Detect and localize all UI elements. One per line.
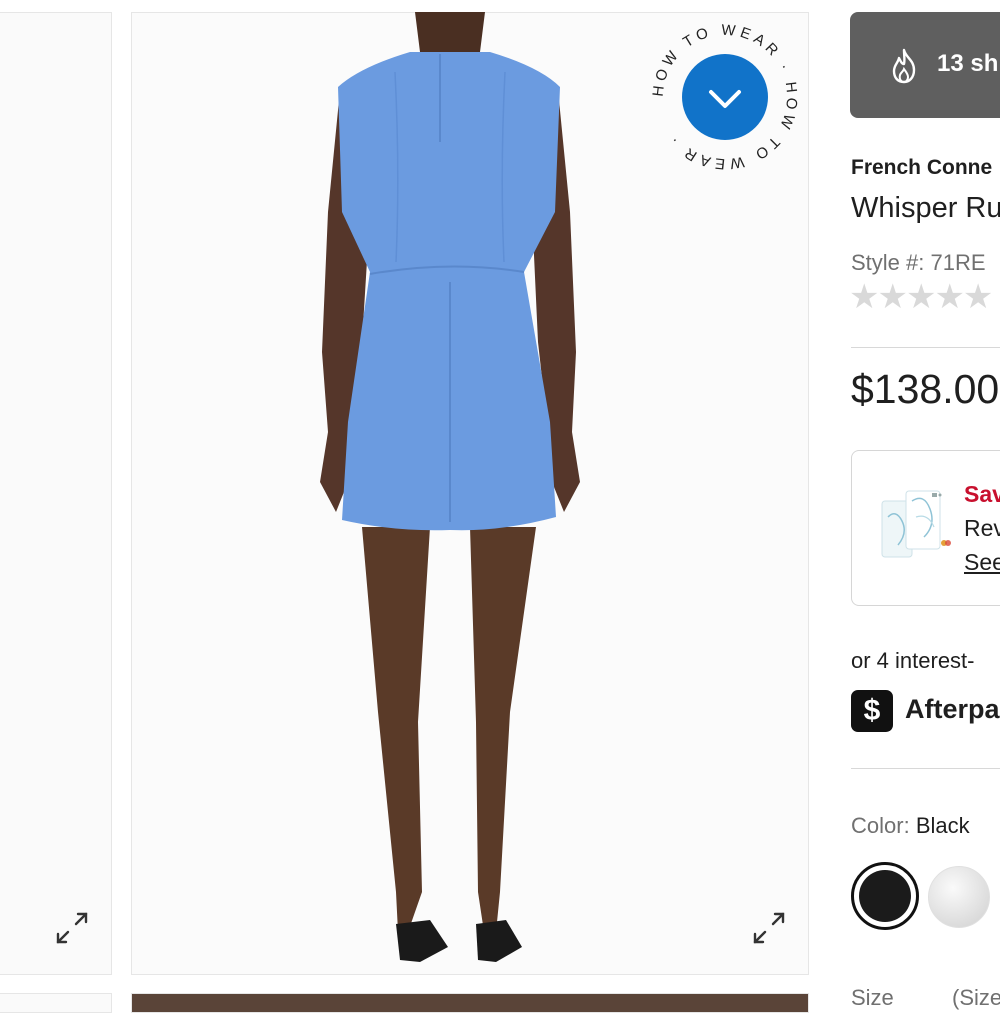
divider	[851, 347, 1000, 348]
color-value: Black	[915, 813, 970, 838]
product-price: $138.00	[851, 366, 1000, 412]
swatch-fill	[859, 870, 911, 922]
product-image-model	[300, 12, 600, 975]
flame-icon	[892, 48, 916, 84]
product-title: Whisper Ru	[851, 192, 1000, 224]
credit-card-illustration	[881, 490, 951, 558]
expand-arrows-icon[interactable]	[54, 910, 90, 946]
gallery-thumbnail-next-main[interactable]	[131, 993, 809, 1013]
promo-details-link[interactable]: See	[964, 549, 1000, 576]
size-guide-link[interactable]: (Size	[952, 985, 1000, 1011]
style-number: Style #: 71RE	[851, 250, 986, 275]
gallery-thumbnail-next-left[interactable]	[0, 993, 112, 1013]
shoppers-count-text: 13 sh	[937, 50, 999, 77]
gallery-thumbnail-left[interactable]	[0, 12, 112, 975]
size-label: Size	[851, 985, 894, 1010]
divider	[851, 768, 1000, 769]
installments-text: or 4 interest-	[851, 648, 975, 673]
rating-stars[interactable]: ★★★★★	[849, 277, 993, 317]
how-to-wear-button[interactable]: HOW TO WEAR · HOW TO WEAR ·	[650, 22, 800, 173]
shoppers-viewing-badge: 13 sh	[850, 12, 1000, 118]
color-label: Color:	[851, 813, 910, 838]
afterpay-icon: $	[851, 690, 893, 732]
expand-arrows-icon[interactable]	[751, 910, 787, 946]
color-selection: Color: Black	[851, 813, 970, 839]
afterpay-label[interactable]: Afterpa	[905, 694, 1000, 725]
color-swatch-silver[interactable]	[928, 866, 990, 928]
color-swatch-black[interactable]	[851, 862, 919, 930]
promo-headline: Sav	[964, 481, 1000, 507]
credit-card-promo[interactable]: Sav Rev See	[851, 450, 1000, 606]
brand-link[interactable]: French Conne	[851, 156, 992, 180]
promo-text: Rev	[964, 515, 1000, 541]
